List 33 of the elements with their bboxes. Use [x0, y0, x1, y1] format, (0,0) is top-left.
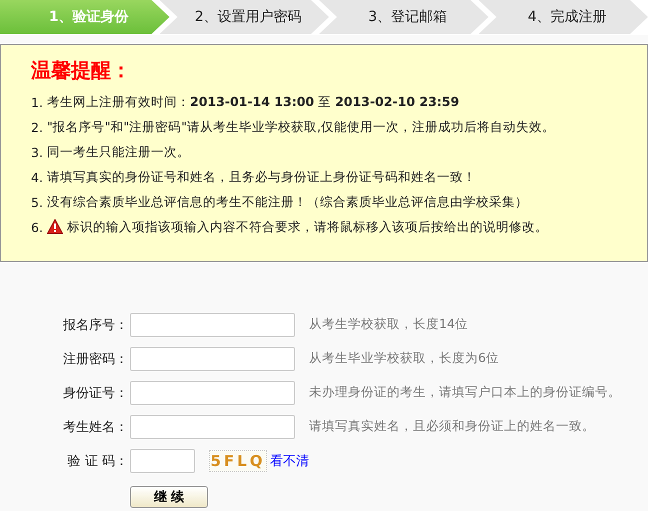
- field-label: 考生姓名：: [62, 418, 129, 436]
- step-tab[interactable]: 3、登记邮箱: [319, 0, 488, 34]
- field-label: 验 证 码：: [66, 452, 129, 470]
- input-field[interactable]: [130, 380, 295, 404]
- step-tab[interactable]: 2、设置用户密码: [160, 0, 329, 34]
- field-hint: 从考生毕业学校获取，长度为6位: [309, 350, 499, 367]
- notice-text: "报名序号"和"注册密码"请从考生毕业学校获取,仅能使用一次，注册成功后将自动失效。: [47, 119, 555, 136]
- captcha-field[interactable]: [130, 448, 195, 472]
- refresh-link[interactable]: 看不清: [270, 452, 309, 470]
- item-number: 2.: [31, 120, 44, 135]
- item-number: 6.: [31, 220, 44, 235]
- input-field[interactable]: [130, 414, 295, 438]
- notice-text: 考生网上注册有效时间：2013-01-14 13:00 至 2013-02-10 23:59: [47, 94, 460, 111]
- item-number: 1.: [31, 95, 44, 110]
- field-hint: 请填写真实姓名，且必须和身份证上的姓名一致。: [309, 418, 595, 435]
- field-hint: 从考生学校获取，长度14位: [309, 316, 468, 333]
- field-hint: 未办理身份证的考生，请填写户口本上的身份证编号。: [309, 384, 621, 401]
- step-tab[interactable]: 4、完成注册: [478, 0, 648, 34]
- field-label: 身份证号：: [62, 384, 129, 402]
- item-number: 5.: [31, 195, 44, 210]
- notice-text: 没有综合素质毕业总评信息的考生不能注册！（综合素质毕业总评信息由学校采集）: [47, 194, 528, 211]
- item-number: 3.: [31, 145, 44, 160]
- item-number: 4.: [31, 170, 44, 185]
- warning-icon: [47, 219, 63, 234]
- notice-text: 标识的输入项指该项输入内容不符合要求，请将鼠标移入该项后按给出的说明修改。: [67, 219, 548, 236]
- input-field[interactable]: [130, 346, 295, 370]
- input-field[interactable]: [130, 312, 295, 336]
- field-label: 报名序号：: [62, 316, 129, 334]
- notice-text: 请填写真实的身份证号和姓名，且务必与身份证上身份证号码和姓名一致！: [47, 169, 476, 186]
- notice-text: 同一考生只能注册一次。: [47, 144, 190, 161]
- continue-button[interactable]: 继 续: [130, 486, 208, 508]
- field-label: 注册密码：: [62, 350, 129, 368]
- notice-title: 温馨提醒：: [31, 57, 132, 84]
